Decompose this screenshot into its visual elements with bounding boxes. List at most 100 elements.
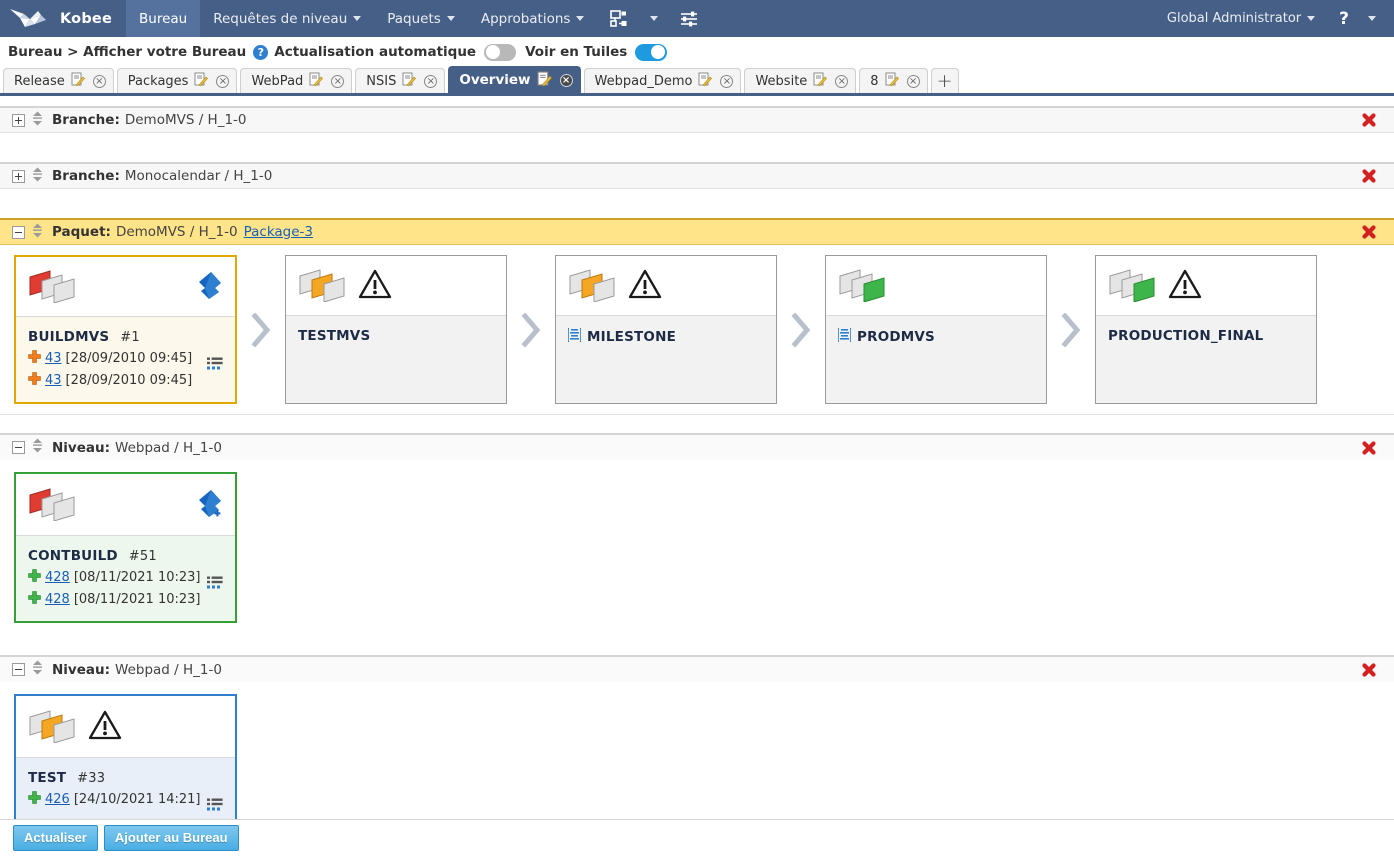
- nav-item-requetes-de-niveau[interactable]: Requêtes de niveau: [200, 0, 374, 37]
- sliders-icon[interactable]: [667, 0, 712, 37]
- tile-row: BUILDMVS #1 43 [28/09/2010 09:45] 43 [28…: [0, 245, 1394, 415]
- revision-link[interactable]: 428: [45, 592, 70, 607]
- delete-section-button[interactable]: [1361, 662, 1377, 678]
- chevron-down-icon: [1368, 16, 1376, 21]
- help-icon[interactable]: ?: [1330, 9, 1358, 29]
- revision-link[interactable]: 426: [45, 792, 70, 807]
- add-tab-button[interactable]: +: [930, 68, 959, 93]
- pencil-note-icon[interactable]: [698, 72, 713, 90]
- section-subtitle: Monocalendar / H_1-0: [124, 168, 273, 184]
- close-icon[interactable]: ×: [92, 74, 106, 88]
- sort-updown-icon[interactable]: [32, 660, 43, 679]
- section-header[interactable]: Branche: DemoMVS / H_1-0: [0, 106, 1394, 133]
- blue-arrow-up-plus-icon[interactable]: [195, 488, 225, 522]
- expand-icon[interactable]: [12, 113, 25, 127]
- collapse-icon[interactable]: [12, 663, 25, 676]
- tab-packages[interactable]: Packages ×: [116, 68, 238, 93]
- tab-webpad[interactable]: WebPad ×: [240, 68, 353, 93]
- detail-list-icon[interactable]: [207, 798, 223, 816]
- section-title: Branche:: [52, 112, 120, 128]
- tile-body: PRODUCTION_FINAL: [1096, 316, 1316, 403]
- autorefresh-toggle[interactable]: [484, 43, 517, 61]
- nav-item-approbations[interactable]: Approbations: [468, 0, 598, 37]
- close-icon[interactable]: ×: [424, 74, 438, 88]
- nav-item-label: Bureau: [139, 10, 188, 27]
- hummingbird-logo-icon[interactable]: [0, 0, 56, 37]
- tile-body: TESTMVS: [286, 316, 506, 403]
- user-menu[interactable]: Global Administrator: [1154, 11, 1328, 26]
- tab-overview[interactable]: Overview ×: [448, 66, 581, 93]
- sitemap-icon[interactable]: [597, 0, 641, 37]
- sort-updown-icon[interactable]: [32, 111, 43, 130]
- delete-section-button[interactable]: [1361, 168, 1377, 184]
- tab-8[interactable]: 8 ×: [859, 68, 928, 93]
- revision-link[interactable]: 428: [45, 570, 70, 585]
- delete-section-button[interactable]: [1361, 440, 1377, 456]
- delete-section-button[interactable]: [1361, 112, 1377, 128]
- detail-list-icon[interactable]: [207, 357, 223, 375]
- tab-nsis[interactable]: NSIS ×: [355, 68, 446, 93]
- tile-title-row: PRODMVS: [837, 328, 1034, 346]
- sort-updown-icon[interactable]: [32, 223, 43, 242]
- tab-website[interactable]: Website ×: [744, 68, 857, 93]
- tab-webpad-demo[interactable]: Webpad_Demo ×: [583, 68, 742, 93]
- brand-name[interactable]: Kobee: [56, 0, 126, 37]
- collapse-icon[interactable]: [12, 225, 25, 239]
- close-icon[interactable]: ×: [906, 74, 920, 88]
- pencil-note-icon[interactable]: [885, 72, 899, 90]
- section-header[interactable]: Niveau: Webpad / H_1-0: [0, 433, 1394, 460]
- tile-prodmvs[interactable]: PRODMVS: [825, 255, 1047, 404]
- pencil-note-icon[interactable]: [71, 72, 85, 90]
- section-header[interactable]: Niveau: Webpad / H_1-0: [0, 655, 1394, 682]
- package-link[interactable]: Package-3: [244, 224, 313, 240]
- expand-icon[interactable]: [12, 169, 25, 183]
- refresh-button[interactable]: Actualiser: [13, 824, 98, 851]
- help-dropdown-caret[interactable]: [1360, 16, 1384, 21]
- tile-contbuild[interactable]: CONTBUILD #51 428 [08/11/2021 10:23] 428…: [14, 472, 237, 623]
- section-header[interactable]: Paquet: DemoMVS / H_1-0 Package-3: [0, 218, 1394, 245]
- tile-title-row: BUILDMVS #1: [28, 329, 223, 345]
- close-icon[interactable]: ×: [835, 74, 849, 88]
- tile-number: #1: [120, 329, 140, 345]
- detail-list-icon[interactable]: [207, 576, 223, 594]
- tile-number: #51: [128, 548, 157, 564]
- plus-green-icon: [28, 569, 41, 586]
- blue-arrow-up-icon[interactable]: [195, 270, 225, 304]
- tile-name: BUILDMVS: [28, 329, 110, 345]
- pencil-note-icon[interactable]: [813, 72, 828, 90]
- sort-updown-icon[interactable]: [32, 438, 43, 457]
- nav-item-bureau[interactable]: Bureau: [126, 0, 201, 37]
- stack-red-icon: [28, 485, 82, 525]
- nav-item-paquets[interactable]: Paquets: [374, 0, 468, 37]
- collapse-icon[interactable]: [12, 441, 25, 454]
- pencil-note-icon[interactable]: [402, 72, 417, 90]
- delete-section-button[interactable]: [1361, 224, 1377, 240]
- add-to-dashboard-button[interactable]: Ajouter au Bureau: [103, 824, 239, 851]
- close-icon[interactable]: ×: [720, 74, 734, 88]
- close-icon[interactable]: ×: [216, 74, 230, 88]
- close-icon[interactable]: ×: [559, 73, 573, 87]
- tile-testmvs[interactable]: TESTMVS: [285, 255, 507, 404]
- chevron-down-icon: [446, 16, 455, 21]
- tab-release[interactable]: Release ×: [3, 68, 114, 93]
- tab-label: Website: [755, 73, 808, 89]
- tiles-view-toggle[interactable]: [635, 43, 668, 61]
- tile-line: 43 [28/09/2010 09:45]: [28, 372, 223, 389]
- help-circle-icon[interactable]: ?: [253, 44, 269, 60]
- section-header[interactable]: Branche: Monocalendar / H_1-0: [0, 162, 1394, 189]
- tile-production-final[interactable]: PRODUCTION_FINAL: [1095, 255, 1317, 404]
- sort-updown-icon[interactable]: [32, 167, 43, 186]
- revision-link[interactable]: 43: [45, 351, 62, 366]
- plus-orange-icon: [28, 372, 41, 389]
- tile-number: #33: [77, 770, 106, 786]
- pencil-note-icon[interactable]: [309, 72, 324, 90]
- chevron-down-icon: [576, 16, 585, 21]
- close-icon[interactable]: ×: [331, 74, 345, 88]
- tile-line: 428 [08/11/2021 10:23]: [28, 569, 223, 586]
- nav-dropdown-caret[interactable]: [641, 0, 667, 37]
- pencil-note-icon[interactable]: [194, 72, 209, 90]
- tile-buildmvs[interactable]: BUILDMVS #1 43 [28/09/2010 09:45] 43 [28…: [14, 255, 237, 404]
- pencil-note-icon[interactable]: [537, 71, 552, 90]
- tile-milestone[interactable]: MILESTONE: [555, 255, 777, 404]
- revision-link[interactable]: 43: [45, 373, 62, 388]
